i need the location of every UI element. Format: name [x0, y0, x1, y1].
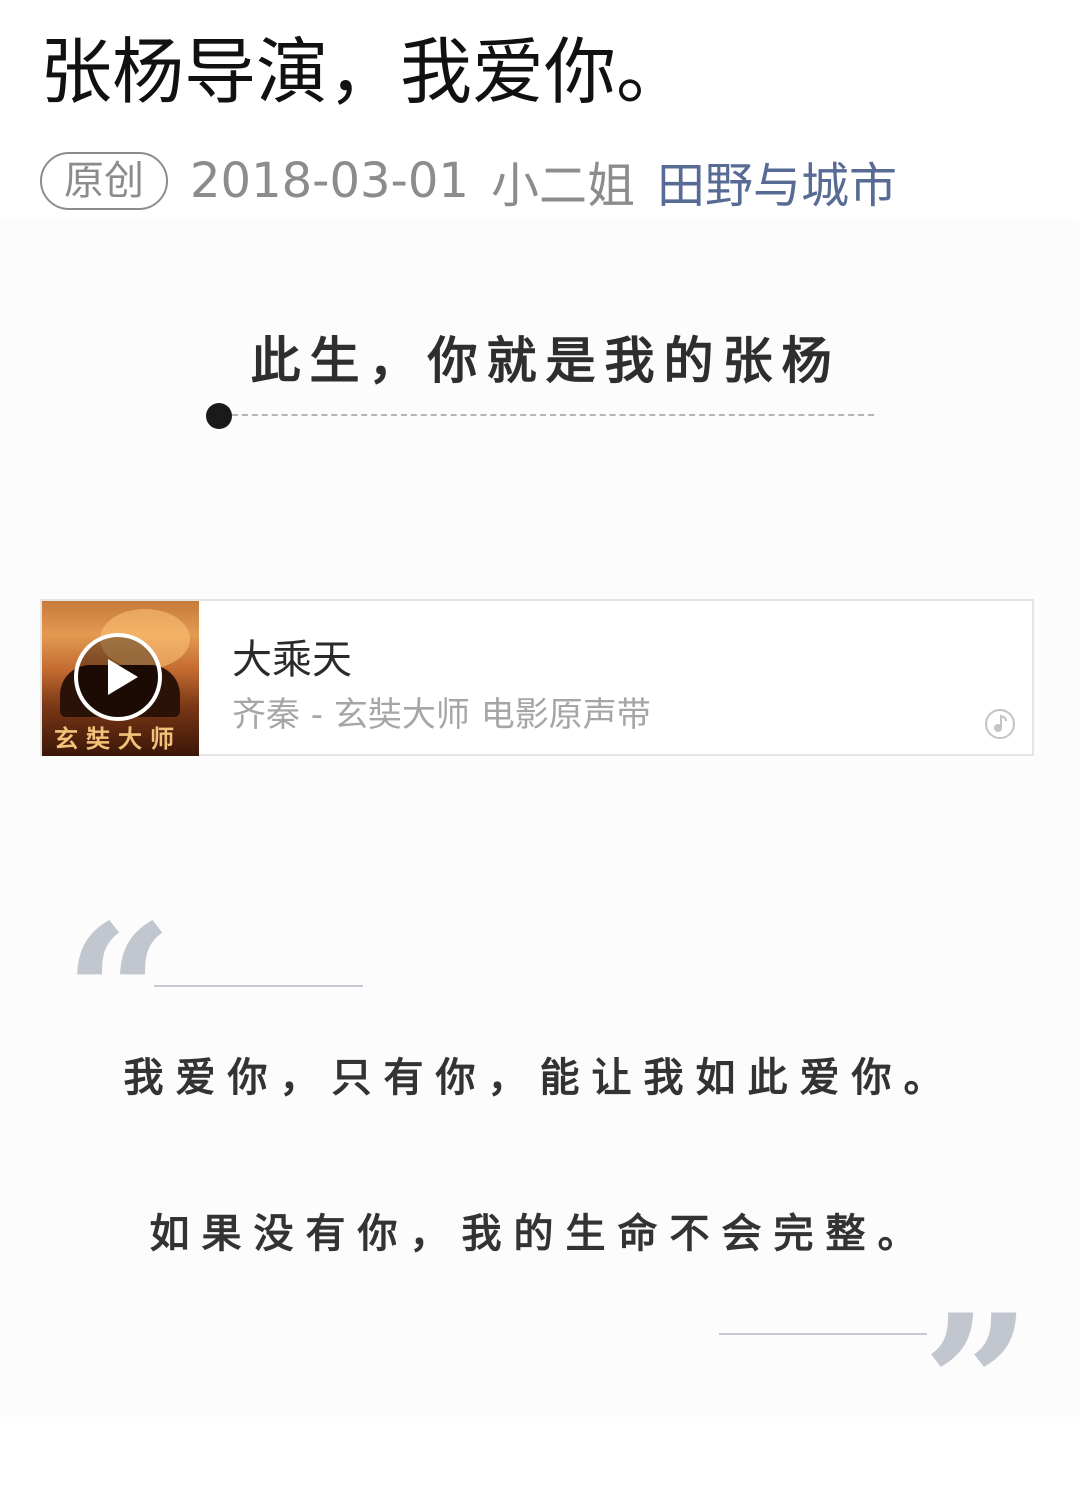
heading-dashed-line: [232, 414, 874, 416]
quote-divider-top: [154, 985, 363, 987]
quote-line-2: 如果没有你，我的生命不会完整。: [149, 1211, 930, 1257]
article-meta: 原创 2018-03-01 小二姐 田野与城市: [40, 150, 897, 214]
account-link[interactable]: 田野与城市: [657, 146, 897, 216]
song-title: 大乘天: [232, 637, 352, 683]
play-button[interactable]: [74, 633, 162, 721]
author-name: 小二姐: [490, 158, 635, 214]
publish-date: 2018-03-01: [190, 153, 469, 209]
play-icon: [108, 659, 138, 695]
music-player-card[interactable]: 玄奘大师 大乘天 齐秦 - 玄奘大师 电影原声带: [40, 599, 1034, 756]
original-badge: 原创: [40, 152, 168, 210]
close-quote-mark: ”: [922, 1273, 1032, 1496]
quote-line-1: 我爱你，只有你，能让我如此爱你。: [123, 1055, 956, 1101]
song-subtitle: 齐秦 - 玄奘大师 电影原声带: [232, 695, 651, 735]
heading-dot-decoration: [206, 403, 232, 429]
music-note-icon: [985, 709, 1015, 739]
cover-caption: 玄奘大师: [54, 724, 182, 753]
section-heading: 此生，你就是我的张杨: [250, 332, 841, 390]
album-cover: 玄奘大师: [42, 601, 199, 756]
quote-divider-bottom: [719, 1333, 927, 1335]
article-title: 张杨导演，我爱你。: [40, 30, 689, 114]
